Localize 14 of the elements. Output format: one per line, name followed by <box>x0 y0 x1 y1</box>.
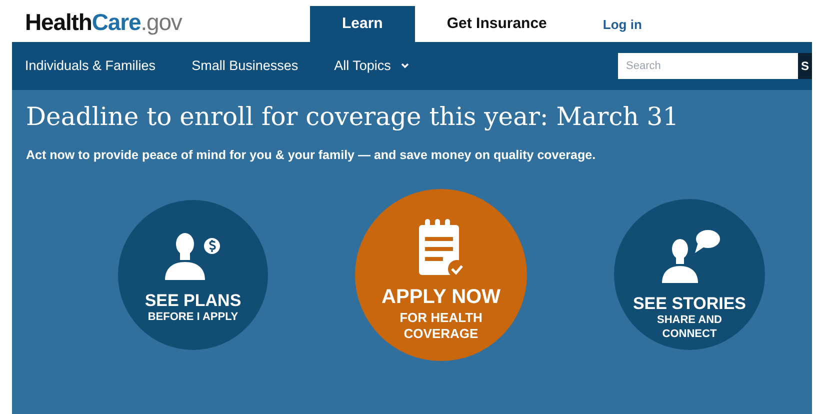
action-circle-button[interactable]: SEE STORIES SHARE AND CONNECT <box>614 199 765 350</box>
login-link[interactable]: Log in <box>602 14 642 42</box>
chevron-down-icon <box>400 63 409 69</box>
search-field[interactable]: Search <box>618 53 798 79</box>
subheadline: Act now to provide peace of mind for you & your family — and save money on quality coverage. <box>26 147 597 164</box>
submit-button[interactable]: S <box>798 53 812 79</box>
nav-link[interactable]: Individuals & Families <box>25 56 156 76</box>
headline: Deadline to enroll for coverage this year: March 31 <box>26 101 680 132</box>
nav-link[interactable]: Small Businesses <box>192 56 298 76</box>
site-logo[interactable]: HealthCare.gov <box>12 11 310 42</box>
action-circle-button[interactable]: SEE PLANS BEFORE I APPLY <box>118 200 268 350</box>
topics-dropdown[interactable]: All Topics <box>334 56 409 76</box>
action-circle-button[interactable]: APPLY NOW FOR HEALTH COVERAGE <box>355 188 527 360</box>
header-tab[interactable]: Learn <box>310 6 415 42</box>
